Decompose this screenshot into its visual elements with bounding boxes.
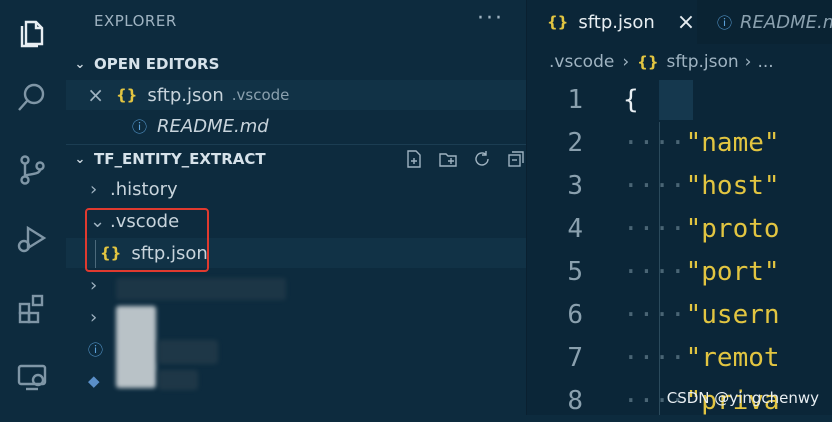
code-line[interactable]: 7 ···· "remot — [527, 336, 832, 379]
open-editor-label: README.md — [157, 115, 269, 137]
breadcrumb-more[interactable]: ... — [757, 52, 773, 72]
code-line[interactable]: 3 ···· "host" — [527, 164, 832, 207]
python-file-icon: ◆ — [88, 372, 100, 390]
json-file-icon: {} — [637, 53, 659, 71]
tab-sftp-json[interactable]: {} sftp.json × — [527, 0, 697, 44]
json-key: "usern — [685, 299, 780, 330]
line-number: 5 — [567, 256, 583, 287]
open-editor-item-sftp[interactable]: × {} sftp.json .vscode — [66, 80, 526, 110]
breadcrumb-file[interactable]: sftp.json — [667, 52, 739, 72]
redacted-region — [116, 306, 156, 388]
close-icon[interactable]: × — [66, 83, 104, 107]
new-folder-icon[interactable] — [437, 148, 459, 170]
more-actions-icon[interactable]: ··· — [477, 6, 504, 31]
breadcrumb: .vscode › {} sftp.json › ... — [549, 52, 774, 72]
breadcrumb-folder[interactable]: .vscode — [549, 52, 614, 72]
breadcrumb-separator: › — [622, 52, 630, 72]
code-line[interactable]: 5 ···· "port" — [527, 250, 832, 293]
chevron-down-icon: ⌄ — [74, 56, 86, 72]
open-editor-path: .vscode — [231, 86, 290, 104]
line-number: 6 — [567, 299, 583, 330]
json-key: "remot — [685, 342, 780, 373]
json-key: "host" — [685, 170, 780, 201]
json-key: "name" — [685, 127, 780, 158]
indent-guide — [95, 240, 96, 268]
explorer-header: EXPLORER — [94, 12, 177, 30]
json-file-icon: {} — [116, 86, 138, 104]
editor-area: {} sftp.json × ⓘ README.m .vscode › {} s… — [526, 0, 832, 416]
line-number: 4 — [567, 213, 583, 244]
watermark: CSDN @yingchenwy — [666, 389, 819, 407]
chevron-right-icon: › — [90, 178, 98, 200]
info-icon: ⓘ — [132, 117, 148, 136]
code-line[interactable]: 1{ — [527, 78, 832, 121]
redacted-region — [158, 340, 218, 364]
info-icon: ⓘ — [717, 13, 733, 32]
whitespace-dots: ···· — [623, 256, 686, 287]
line-number: 8 — [567, 385, 583, 416]
new-file-icon[interactable] — [403, 148, 425, 170]
line-number: 1 — [567, 84, 583, 115]
source-control-icon[interactable] — [12, 150, 52, 190]
tab-readme[interactable]: ⓘ README.m — [697, 0, 832, 44]
json-key: "port" — [685, 256, 780, 287]
tree-item-history[interactable]: › .history — [66, 174, 526, 204]
project-toolbar — [391, 148, 527, 170]
close-icon[interactable]: × — [677, 10, 695, 35]
editor-tabs: {} sftp.json × ⓘ README.m — [527, 0, 832, 44]
info-icon: ⓘ — [88, 340, 104, 359]
project-title: TF_ENTITY_EXTRACT — [94, 150, 266, 168]
run-debug-icon[interactable] — [12, 218, 52, 258]
whitespace-dots: ···· — [623, 342, 686, 373]
redacted-region — [158, 370, 198, 390]
open-editor-label: sftp.json — [147, 84, 224, 106]
tree-item-label: .history — [110, 178, 178, 200]
chevron-right-icon: › — [90, 306, 98, 328]
json-key: "proto — [685, 213, 780, 244]
whitespace-dots: ···· — [623, 127, 686, 158]
code-brace: { — [623, 84, 639, 115]
code-line[interactable]: 6 ···· "usern — [527, 293, 832, 336]
project-section[interactable]: ⌄ TF_ENTITY_EXTRACT — [66, 144, 526, 173]
refresh-icon[interactable] — [471, 148, 493, 170]
whitespace-dots: ···· — [623, 299, 686, 330]
chevron-down-icon: ⌄ — [74, 151, 86, 167]
open-editors-section[interactable]: ⌄ OPEN EDITORS — [66, 50, 526, 78]
remote-explorer-icon[interactable] — [12, 356, 52, 396]
extensions-icon[interactable] — [12, 288, 52, 328]
json-file-icon: {} — [547, 13, 569, 31]
line-number: 3 — [567, 170, 583, 201]
code-line[interactable]: 4 ···· "proto — [527, 207, 832, 250]
whitespace-dots: ···· — [623, 213, 686, 244]
activity-bar — [0, 0, 67, 415]
tab-label: sftp.json — [578, 11, 655, 33]
redacted-region — [116, 278, 286, 300]
code-line[interactable]: 2 ···· "name" — [527, 121, 832, 164]
line-number: 7 — [567, 342, 583, 373]
collapse-all-icon[interactable] — [505, 148, 527, 170]
tab-label: README.m — [740, 11, 832, 33]
open-editors-title: OPEN EDITORS — [94, 55, 220, 73]
chevron-right-icon: › — [90, 274, 98, 296]
whitespace-dots: ···· — [623, 170, 686, 201]
annotation-highlight-box — [85, 208, 209, 272]
explorer-icon[interactable] — [12, 12, 52, 52]
breadcrumb-separator: › — [744, 52, 752, 72]
search-icon[interactable] — [12, 78, 52, 118]
line-number: 2 — [567, 127, 583, 158]
open-editor-item-readme[interactable]: ⓘ README.md — [66, 111, 526, 141]
